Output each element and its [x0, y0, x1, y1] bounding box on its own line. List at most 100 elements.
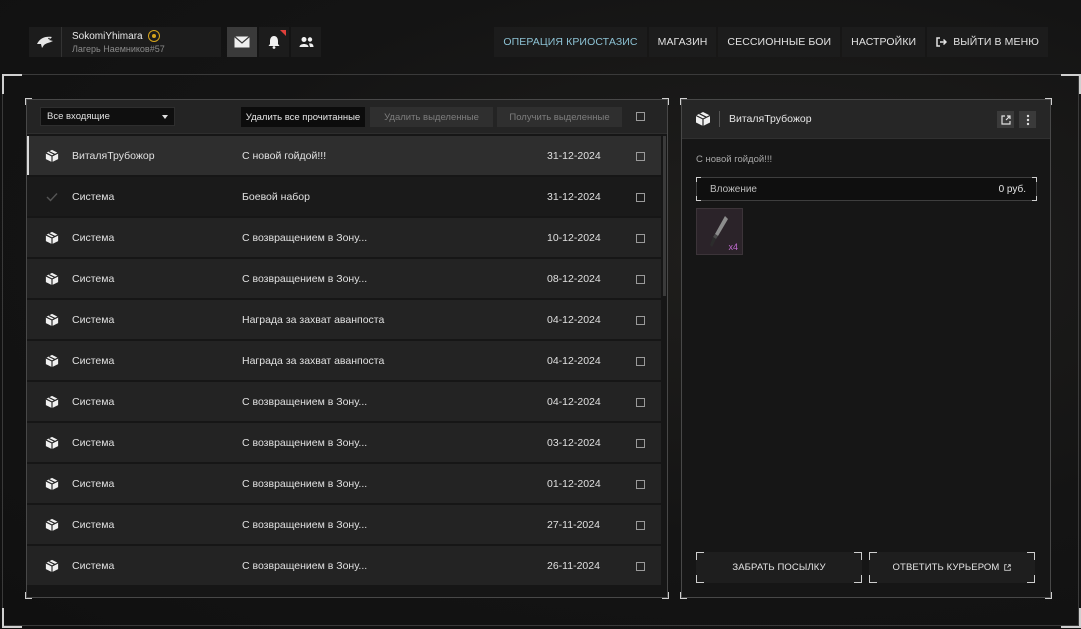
mail-row[interactable]: Система Боевой набор 31-12-2024	[27, 177, 661, 216]
mail-scrollbar[interactable]	[663, 136, 666, 296]
mail-row[interactable]: Система С возвращением в Зону... 10-12-202…	[27, 218, 661, 257]
mail-date: 26-11-2024	[547, 559, 600, 572]
mail-row[interactable]: Система С возвращением в Зону... 26-11-202…	[27, 546, 661, 585]
attachment-value: 0 руб.	[998, 183, 1026, 195]
mail-row-checkbox[interactable]	[636, 357, 645, 366]
mail-subject: Награда за захват аванпоста	[242, 354, 385, 367]
mail-row[interactable]: Система С возвращением в Зону... 03-12-202…	[27, 423, 661, 462]
detail-corner-tr	[1045, 98, 1052, 105]
mail-row-checkbox[interactable]	[636, 562, 645, 571]
mail-filter-value: Все входящие	[47, 111, 110, 122]
notifications-button[interactable]	[259, 27, 289, 57]
package-icon	[44, 476, 60, 492]
mail-date: 01-12-2024	[547, 477, 601, 490]
rank-badge-icon	[147, 30, 160, 42]
list-corner-bl	[25, 592, 32, 599]
package-icon	[44, 394, 60, 410]
attachment-label: Вложение	[710, 183, 757, 195]
profile-card[interactable]: SokomiYhimara Лагерь Наемников#57	[29, 27, 221, 57]
mail-subject: С возвращением в Зону...	[242, 436, 368, 449]
mail-row[interactable]: Система Награда за захват аванпоста 04-12-…	[27, 341, 661, 380]
nav-exit-to-menu[interactable]: ВЫЙТИ В МЕНЮ	[927, 27, 1048, 57]
mail-row[interactable]: Система Награда за захват аванпоста 04-12-…	[27, 300, 661, 339]
package-icon	[695, 111, 711, 130]
player-camp: Лагерь Наемников#57	[72, 44, 165, 54]
mail-filter-select[interactable]: Все входящие	[40, 107, 175, 126]
attachment-item[interactable]: x4	[696, 208, 743, 255]
mail-subject: С возвращением в Зону...	[242, 272, 368, 285]
mail-row[interactable]: ВиталяТрубожор С новой гойдой!!! 31-12-202…	[27, 136, 661, 175]
friends-button[interactable]	[291, 27, 321, 57]
mail-button[interactable]	[227, 27, 257, 57]
list-corner-br	[662, 592, 669, 599]
mail-sender: Система	[72, 559, 115, 572]
nav-settings[interactable]: НАСТРОЙКИ	[842, 27, 926, 57]
mail-row-checkbox[interactable]	[636, 480, 645, 489]
mail-sender: Система	[72, 518, 115, 531]
mail-date: 31-12-2024	[547, 190, 601, 203]
mail-sender: Система	[72, 231, 115, 244]
frame-right-line	[1078, 74, 1079, 626]
item-quantity: x4	[728, 242, 738, 252]
mail-subject: С возвращением в Зону...	[242, 518, 368, 531]
mail-row-checkbox[interactable]	[636, 152, 645, 161]
frame-corner-tl	[2, 74, 22, 94]
friends-icon	[299, 37, 313, 47]
select-all-checkbox[interactable]	[636, 112, 645, 121]
external-link-icon	[1004, 564, 1012, 571]
mail-subject: С новой гойдой!!!	[242, 149, 327, 162]
frame-corner-bl	[2, 608, 22, 628]
mail-row-checkbox[interactable]	[636, 193, 645, 202]
mail-sender: Система	[72, 436, 115, 449]
attachment-bar: Вложение 0 руб.	[696, 177, 1037, 201]
mail-subject: С возвращением в Зону...	[242, 477, 368, 490]
notification-indicator	[280, 30, 286, 36]
mail-date: 08-12-2024	[547, 272, 601, 285]
mail-row[interactable]: Система С возвращением в Зону... 01-12-202…	[27, 464, 661, 503]
frame-corner-tr	[1061, 74, 1081, 94]
attach-corner-tl	[696, 177, 701, 182]
mail-subject: Боевой набор	[242, 190, 310, 203]
nav-shop[interactable]: МАГАЗИН	[648, 27, 717, 57]
nav-session-battles[interactable]: СЕССИОННЫЕ БОИ	[718, 27, 841, 57]
header-divider	[719, 111, 720, 127]
reply-courier-label: ОТВЕТИТЬ КУРЬЕРОМ	[892, 562, 1000, 573]
mail-row-checkbox[interactable]	[636, 398, 645, 407]
mail-list-panel: Все входящие Удалить все прочитанные Уда…	[26, 99, 668, 598]
mail-row-checkbox[interactable]	[636, 234, 645, 243]
frame-top-line	[2, 74, 1079, 75]
btn-corner	[869, 575, 877, 583]
mail-row-checkbox[interactable]	[636, 439, 645, 448]
nav-operation-cryostasis[interactable]: ОПЕРАЦИЯ КРИОСТАЗИС	[494, 27, 647, 57]
mail-row-checkbox[interactable]	[636, 275, 645, 284]
delete-selected-button[interactable]: Удалить выделенные	[370, 107, 493, 127]
bell-icon	[268, 36, 280, 49]
mail-date: 27-11-2024	[547, 518, 600, 531]
package-icon	[44, 435, 60, 451]
detail-subject: С новой гойдой!!!	[696, 154, 773, 165]
take-package-button[interactable]: ЗАБРАТЬ ПОСЫЛКУ	[696, 552, 862, 583]
player-name: SokomiYhimara	[72, 30, 143, 42]
mail-date: 04-12-2024	[547, 354, 601, 367]
detail-corner-bl	[680, 592, 687, 599]
mail-row-checkbox[interactable]	[636, 521, 645, 530]
frame-left-line	[2, 74, 3, 626]
dropdown-arrow-icon	[162, 114, 168, 119]
reply-courier-button[interactable]: ОТВЕТИТЬ КУРЬЕРОМ	[869, 552, 1035, 583]
mail-row[interactable]: Система С возвращением в Зону... 04-12-202…	[27, 382, 661, 421]
package-icon	[44, 558, 60, 574]
mail-row[interactable]: Система С возвращением в Зону... 27-11-202…	[27, 505, 661, 544]
attach-corner-br	[1032, 196, 1037, 201]
btn-corner	[869, 552, 877, 560]
open-external-button[interactable]	[997, 111, 1014, 128]
mail-row[interactable]: Система С возвращением в Зону... 08-12-202…	[27, 259, 661, 298]
get-selected-button[interactable]: Получить выделенные	[497, 107, 622, 127]
btn-corner	[696, 575, 704, 583]
attach-corner-tr	[1032, 177, 1037, 182]
mail-row-checkbox[interactable]	[636, 316, 645, 325]
more-options-button[interactable]	[1019, 111, 1036, 128]
take-package-label: ЗАБРАТЬ ПОСЫЛКУ	[732, 562, 826, 573]
more-vertical-icon	[1026, 114, 1029, 125]
delete-read-button[interactable]: Удалить все прочитанные	[241, 107, 365, 127]
mail-subject: С возвращением в Зону...	[242, 231, 368, 244]
